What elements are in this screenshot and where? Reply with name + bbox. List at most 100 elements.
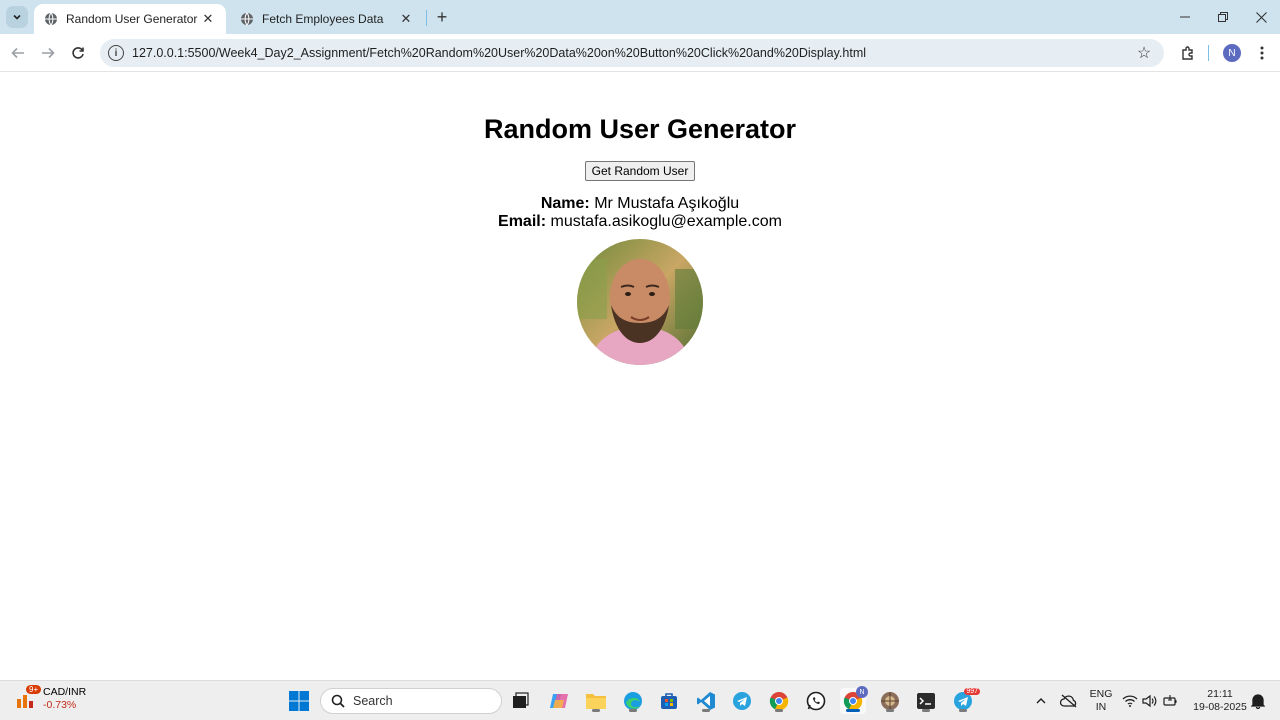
search-placeholder: Search	[353, 694, 393, 708]
whatsapp-button[interactable]	[803, 688, 829, 714]
globe-icon	[44, 12, 58, 26]
running-indicator	[846, 709, 860, 712]
address-bar[interactable]: i 127.0.0.1:5500/Week4_Day2_Assignment/F…	[100, 39, 1164, 67]
url-text[interactable]: 127.0.0.1:5500/Week4_Day2_Assignment/Fet…	[132, 46, 1134, 60]
email-label: Email:	[498, 213, 547, 230]
bell-icon	[1251, 694, 1265, 709]
running-indicator	[702, 709, 710, 712]
telegram-button[interactable]	[729, 688, 755, 714]
terminal-icon	[917, 693, 935, 709]
file-explorer-button[interactable]	[583, 688, 609, 714]
store-button[interactable]	[656, 688, 682, 714]
close-tab-icon[interactable]: ✕	[398, 11, 414, 27]
get-random-user-button[interactable]: Get Random User	[584, 161, 696, 181]
name-value: Mr Mustafa Aşıkoğlu	[594, 195, 740, 212]
battery-icon	[1163, 695, 1177, 706]
tab-separator	[426, 10, 427, 26]
telegram-notifications-button[interactable]: 997	[950, 688, 980, 714]
user-photo	[577, 239, 703, 365]
user-name-row: Name: Mr Mustafa Aşıkoğlu	[0, 195, 1280, 213]
telegram-icon	[733, 692, 751, 710]
chrome-profile-badge: N	[856, 686, 868, 698]
currency-widget[interactable]: 9+ CAD/INR -0.73%	[14, 685, 87, 712]
taskbar: 9+ CAD/INR -0.73% Search N 997 ENG IN 21…	[0, 680, 1280, 720]
forward-button[interactable]	[36, 41, 60, 65]
store-icon	[661, 693, 677, 709]
user-info: Name: Mr Mustafa Aşıkoğlu Email: mustafa…	[0, 195, 1280, 231]
name-label: Name:	[540, 195, 590, 212]
copilot-icon	[550, 694, 568, 708]
chrome-icon	[769, 692, 789, 711]
taskbar-search[interactable]: Search	[320, 688, 502, 714]
minimize-icon	[1180, 16, 1190, 18]
reload-button[interactable]	[66, 41, 90, 65]
app-button[interactable]	[877, 688, 903, 714]
tab-title: Random User Generator	[66, 12, 198, 26]
task-view-button[interactable]	[507, 688, 533, 714]
cloud-off-icon	[1060, 694, 1077, 708]
windows-icon	[289, 691, 309, 711]
whatsapp-icon	[806, 691, 826, 711]
back-button[interactable]	[6, 41, 30, 65]
folder-icon	[586, 694, 606, 709]
language-indicator[interactable]: ENG IN	[1086, 688, 1116, 714]
email-value: mustafa.asikoglu@example.com	[550, 213, 782, 230]
bookmark-star-icon[interactable]: ☆	[1134, 43, 1154, 63]
browser-tab-strip: Random User Generator ✕ Fetch Employees …	[0, 0, 1280, 34]
browser-menu-button[interactable]	[1250, 41, 1274, 65]
running-indicator	[592, 709, 600, 712]
volume-icon	[1142, 694, 1157, 708]
more-vertical-icon	[1260, 46, 1264, 60]
globe-icon	[240, 12, 254, 26]
vscode-button[interactable]	[693, 688, 719, 714]
quick-settings-button[interactable]	[1120, 688, 1180, 714]
page-title: Random User Generator	[483, 114, 797, 144]
running-indicator	[775, 709, 783, 712]
close-window-button[interactable]	[1242, 0, 1280, 34]
browser-toolbar: i 127.0.0.1:5500/Week4_Day2_Assignment/F…	[0, 34, 1280, 72]
tab-random-user-generator[interactable]: Random User Generator ✕	[34, 4, 226, 34]
chrome-button[interactable]	[766, 688, 792, 714]
arrow-right-icon	[42, 47, 55, 59]
language-code: ENG	[1089, 688, 1113, 700]
page-content: Random User Generator Get Random User Na…	[0, 72, 1280, 680]
widget-change: -0.73%	[43, 699, 77, 711]
onedrive-button[interactable]	[1056, 688, 1082, 714]
vscode-icon	[697, 692, 715, 710]
clock-time: 21:11	[1207, 688, 1233, 700]
telegram-badge: 997	[964, 688, 980, 695]
tab-search-button[interactable]	[6, 6, 28, 28]
restore-icon	[1218, 12, 1228, 22]
close-tab-icon[interactable]: ✕	[200, 11, 216, 27]
new-tab-button[interactable]: +	[432, 7, 452, 27]
widget-title: CAD/INR	[43, 686, 87, 698]
reload-icon	[72, 47, 84, 59]
edge-icon	[624, 692, 642, 710]
terminal-button[interactable]	[913, 688, 939, 714]
arrow-left-icon	[11, 47, 24, 59]
edge-button[interactable]	[620, 688, 646, 714]
chevron-up-icon	[1036, 698, 1046, 704]
region-code: IN	[1095, 701, 1107, 713]
tab-fetch-employees-data[interactable]: Fetch Employees Data ✕	[230, 4, 424, 34]
chevron-down-icon	[13, 14, 21, 20]
user-email-row: Email: mustafa.asikoglu@example.com	[0, 213, 1280, 231]
widget-badge: 9+	[26, 685, 42, 694]
chart-icon: 9+	[14, 685, 42, 711]
start-button[interactable]	[286, 688, 312, 714]
search-icon	[331, 694, 345, 708]
tab-title: Fetch Employees Data	[262, 12, 384, 26]
minimize-button[interactable]	[1166, 0, 1204, 34]
site-info-icon[interactable]: i	[108, 45, 124, 61]
notifications-button[interactable]	[1248, 688, 1268, 714]
puzzle-icon	[1182, 46, 1193, 60]
chrome-profile-button[interactable]: N	[840, 686, 868, 714]
copilot-button[interactable]	[546, 688, 572, 714]
clock[interactable]: 21:11 19-08-2025	[1186, 688, 1254, 714]
extensions-button[interactable]	[1176, 41, 1200, 65]
show-hidden-icons-button[interactable]	[1028, 688, 1054, 714]
profile-button[interactable]: N	[1220, 41, 1244, 65]
task-view-icon	[513, 692, 529, 708]
running-indicator	[959, 709, 967, 712]
restore-button[interactable]	[1204, 0, 1242, 34]
